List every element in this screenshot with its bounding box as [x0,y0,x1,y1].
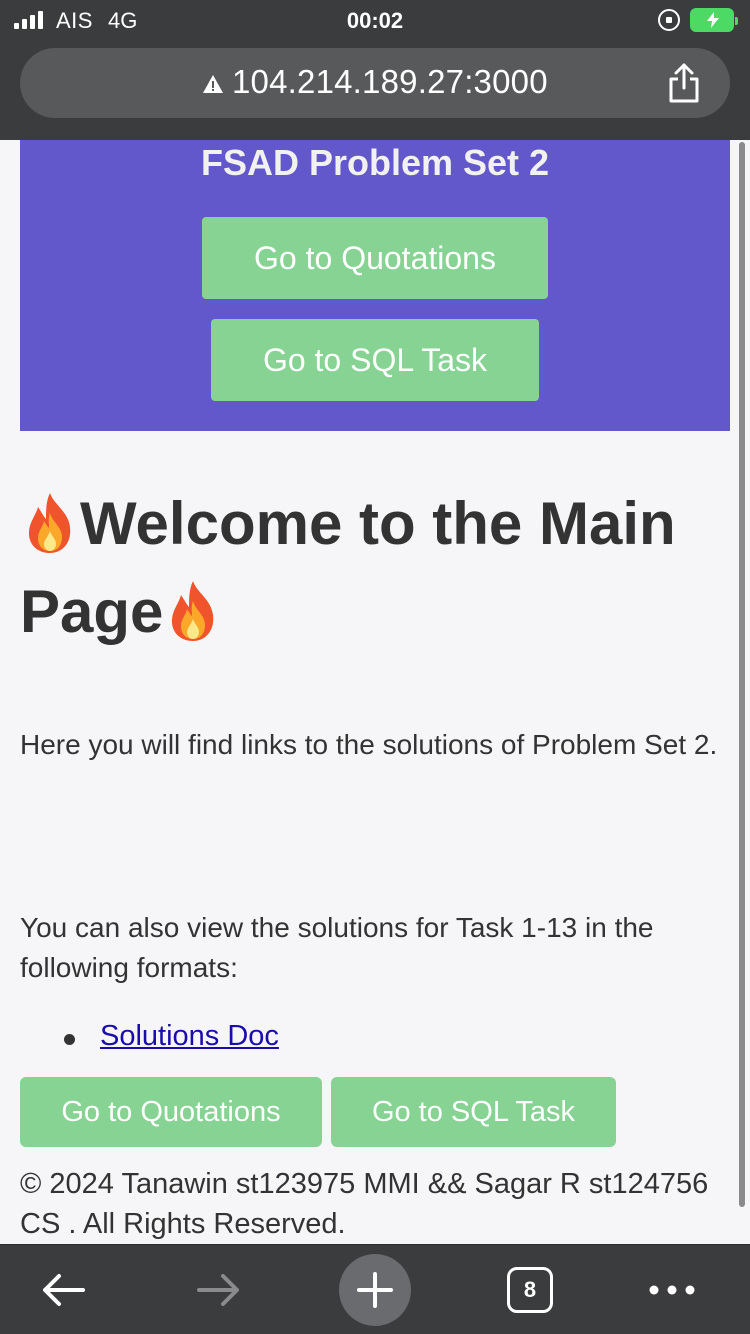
footer-copyright: © 2024 Tanawin st123975 MMI && Sagar R s… [20,1168,709,1240]
nav-sql-task-button[interactable]: Go to SQL Task [211,319,539,401]
sql-task-button[interactable]: Go to SQL Task [331,1077,616,1147]
page-title-line2: Page [20,578,164,645]
web-page: FSAD Problem Set 2 Go to Quotations Go t… [0,140,750,1244]
battery-charging-icon [690,8,738,32]
url-text: 104.214.189.27:3000 [232,63,548,100]
more-button[interactable] [640,1245,704,1334]
header-banner: FSAD Problem Set 2 Go to Quotations Go t… [20,140,730,431]
page-title: Welcome to the Main Page [20,480,730,656]
fire-icon [28,493,71,554]
tabs-button[interactable]: 8 [500,1245,560,1334]
back-button[interactable] [28,1245,98,1334]
url-bar[interactable]: 104.214.189.27:3000 [20,48,730,118]
forward-button[interactable] [184,1245,254,1334]
status-bar: AIS 4G 00:02 [0,0,750,42]
quotations-button[interactable]: Go to Quotations [20,1077,322,1147]
nav-quotations-button[interactable]: Go to Quotations [202,217,548,299]
site-title: FSAD Problem Set 2 [200,142,550,183]
tabs-icon: 8 [507,1267,553,1313]
browser-toolbar: 8 [0,1244,750,1334]
scrollbar[interactable] [739,142,745,1207]
browser-chrome-top: AIS 4G 00:02 104.214.189.27:3000 [0,0,750,140]
plus-icon [357,1272,393,1308]
page-title-line1: Welcome to the Main [80,490,676,557]
formats-paragraph: You can also view the solutions for Task… [20,912,654,983]
back-arrow-icon [43,1274,85,1306]
new-tab-button[interactable] [338,1245,412,1334]
fire-icon [172,581,214,642]
status-time: 00:02 [346,8,404,33]
list-bullet [64,1034,75,1045]
warning-icon [203,75,223,93]
orientation-lock-icon [658,9,680,31]
solutions-doc-link[interactable]: Solutions Doc [100,1020,279,1053]
forward-arrow-icon [197,1274,239,1306]
share-icon[interactable] [666,62,702,104]
more-icon [649,1285,695,1295]
intro-paragraph: Here you will find links to the solution… [20,729,718,760]
